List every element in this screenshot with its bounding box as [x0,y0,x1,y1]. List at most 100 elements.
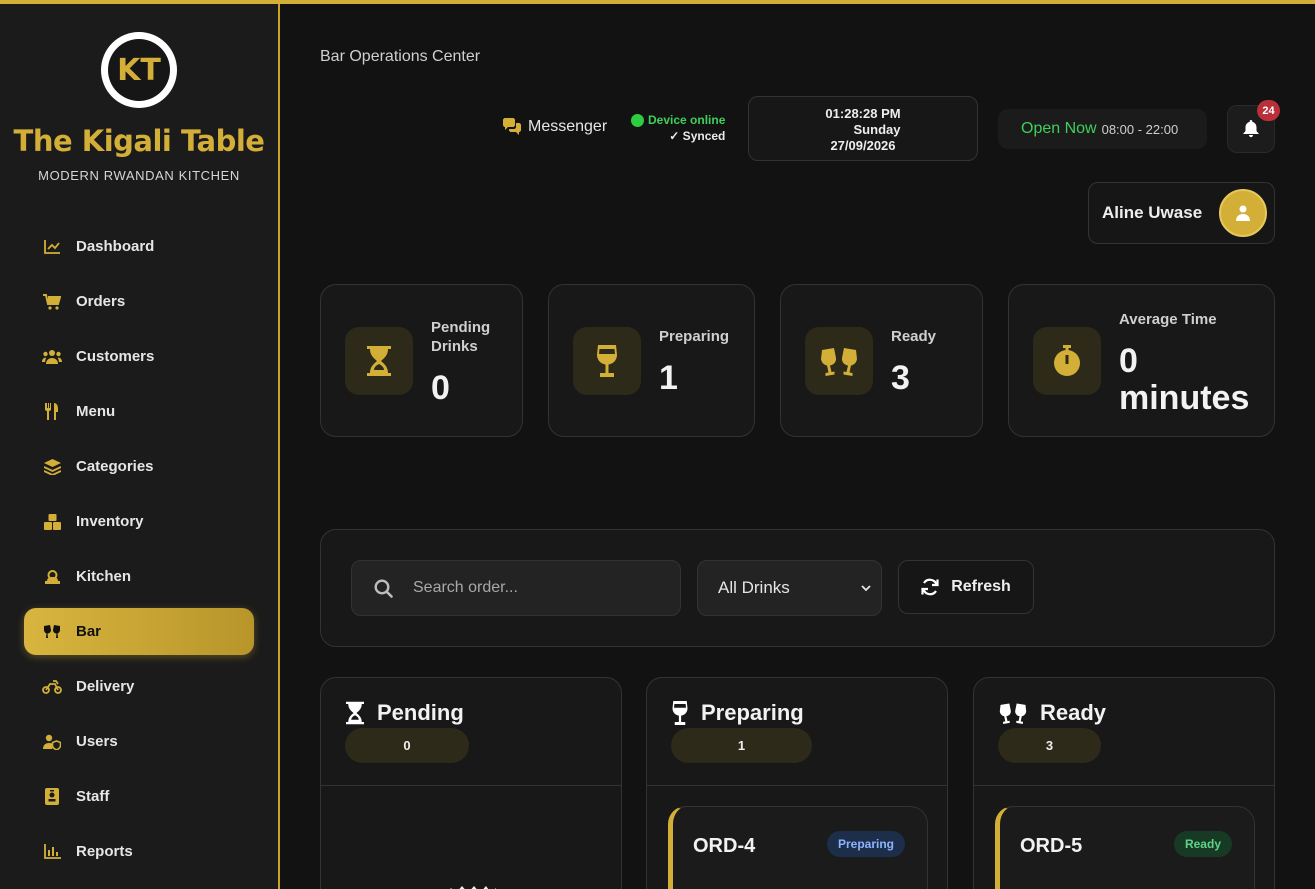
stat-label: Ready [891,328,937,345]
sidebar-item-label: Orders [76,293,126,310]
sidebar-item-categories[interactable]: Categories [24,443,254,490]
order-id: ORD-4 [693,835,756,857]
column-count-badge: 3 [998,728,1101,763]
column-title: Preparing [701,700,804,725]
search-icon [374,578,393,598]
cheers-icon [999,703,1027,724]
column-count-badge: 1 [671,728,812,763]
user-name: Aline Uwase [1102,203,1203,222]
sidebar-item-label: Delivery [76,678,135,695]
boxes-icon [42,512,62,532]
column-preparing: Preparing 1 ORD-4 Preparing [646,677,948,889]
search-input[interactable] [413,579,653,597]
stat-label: Average Time [1119,311,1217,328]
clock-day: Sunday [853,122,901,137]
brand-name: The Kigali Table [13,124,265,158]
wine-glass-icon [573,327,641,395]
status-badge: Preparing [826,831,905,857]
stat-card-average-time: Average Time 0 minutes [1008,284,1275,437]
sidebar-item-staff[interactable]: Staff [24,773,254,820]
sidebar-item-orders[interactable]: Orders [24,278,254,325]
drink-filter-select[interactable]: All Drinks [697,560,882,616]
clock-date: 27/09/2026 [830,138,896,153]
sync-status: ✓ Synced [669,129,726,143]
hourglass-icon [346,701,364,725]
device-online-text: Device online [648,113,726,127]
chevron-down-icon [861,584,871,591]
cheers-icon [805,327,873,395]
bell-icon [1243,120,1259,138]
cheers-icon [42,622,62,642]
sidebar-item-label: Reports [76,843,133,860]
sidebar-item-label: Staff [76,788,110,805]
order-card[interactable]: ORD-5 Ready [995,806,1255,889]
sidebar-item-bar[interactable]: Bar [24,608,254,655]
motorcycle-icon [42,677,62,697]
refresh-label: Refresh [951,578,1011,595]
layers-icon [42,457,62,477]
sidebar-item-label: Dashboard [76,238,155,255]
messenger-label: Messenger [528,118,608,135]
stat-label: Pending Drinks [431,319,491,355]
bar-chart-icon [42,842,62,862]
open-status-text: Open Now [1021,120,1097,137]
sidebar-item-reports[interactable]: Reports [24,828,254,875]
brand-logo[interactable]: KT [101,32,177,108]
stopwatch-icon [1033,327,1101,395]
device-status: Device online ✓ Synced [631,113,725,143]
sidebar-item-dashboard[interactable]: Dashboard [24,223,254,270]
opening-hours: 08:00 - 22:00 [1101,121,1179,137]
column-title: Pending [377,700,464,725]
open-status: Open Now 08:00 - 22:00 [998,109,1207,149]
sidebar-item-kitchen[interactable]: Kitchen [24,553,254,600]
search-box[interactable] [351,560,681,616]
date-time-display: 01:28:28 PM Sunday 27/09/2026 [748,96,978,161]
stat-value: 3 [891,359,910,397]
clock-time: 01:28:28 PM [825,106,901,121]
sidebar-item-menu[interactable]: Menu [24,388,254,435]
sidebar-item-label: Inventory [76,513,144,530]
sidebar-item-delivery[interactable]: Delivery [24,663,254,710]
sidebar-item-label: Categories [76,458,154,475]
status-badge: Ready [1173,831,1232,857]
logo-text: KT [117,52,161,88]
cart-icon [42,292,62,312]
sidebar-item-users[interactable]: Users [24,718,254,765]
order-card[interactable]: ORD-4 Preparing [668,806,928,889]
sidebar-item-label: Users [76,733,118,750]
drink-filter-value: All Drinks [718,578,790,597]
sidebar-item-customers[interactable]: Customers [24,333,254,380]
online-dot-icon [631,113,644,127]
user-icon [1236,205,1250,221]
filter-bar: All Drinks Refresh [320,529,1275,647]
hourglass-icon [345,327,413,395]
wine-glass-icon [672,701,688,725]
sidebar-item-label: Customers [76,348,155,365]
notification-count-badge: 24 [1257,100,1280,121]
users-icon [42,347,62,367]
sidebar-item-label: Bar [76,623,102,640]
column-count-badge: 0 [345,728,469,763]
stat-card-preparing: Preparing 1 [548,284,755,437]
column-ready: Ready 3 ORD-5 Ready [973,677,1275,889]
column-title: Ready [1040,700,1107,725]
sidebar: KT The Kigali Table MODERN RWANDAN KITCH… [0,4,280,889]
utensils-icon [42,402,62,422]
sidebar-item-label: Kitchen [76,568,132,585]
column-pending: Pending 0 [320,677,622,889]
sidebar-item-inventory[interactable]: Inventory [24,498,254,545]
user-profile-button[interactable]: Aline Uwase [1088,182,1275,244]
stat-card-pending: Pending Drinks 0 [320,284,523,437]
refresh-button[interactable]: Refresh [898,560,1034,614]
order-id: ORD-5 [1020,835,1083,857]
avatar [1219,189,1267,237]
stat-value: 0 [431,369,450,407]
stat-value: 0 minutes [1119,342,1250,417]
messenger-button[interactable]: Messenger [502,118,607,136]
empty-state-icon [446,882,496,889]
brand-tagline: MODERN RWANDAN KITCHEN [38,168,240,183]
user-shield-icon [42,732,62,752]
refresh-icon [921,578,939,596]
stat-card-ready: Ready 3 [780,284,983,437]
chart-line-icon [42,237,62,257]
